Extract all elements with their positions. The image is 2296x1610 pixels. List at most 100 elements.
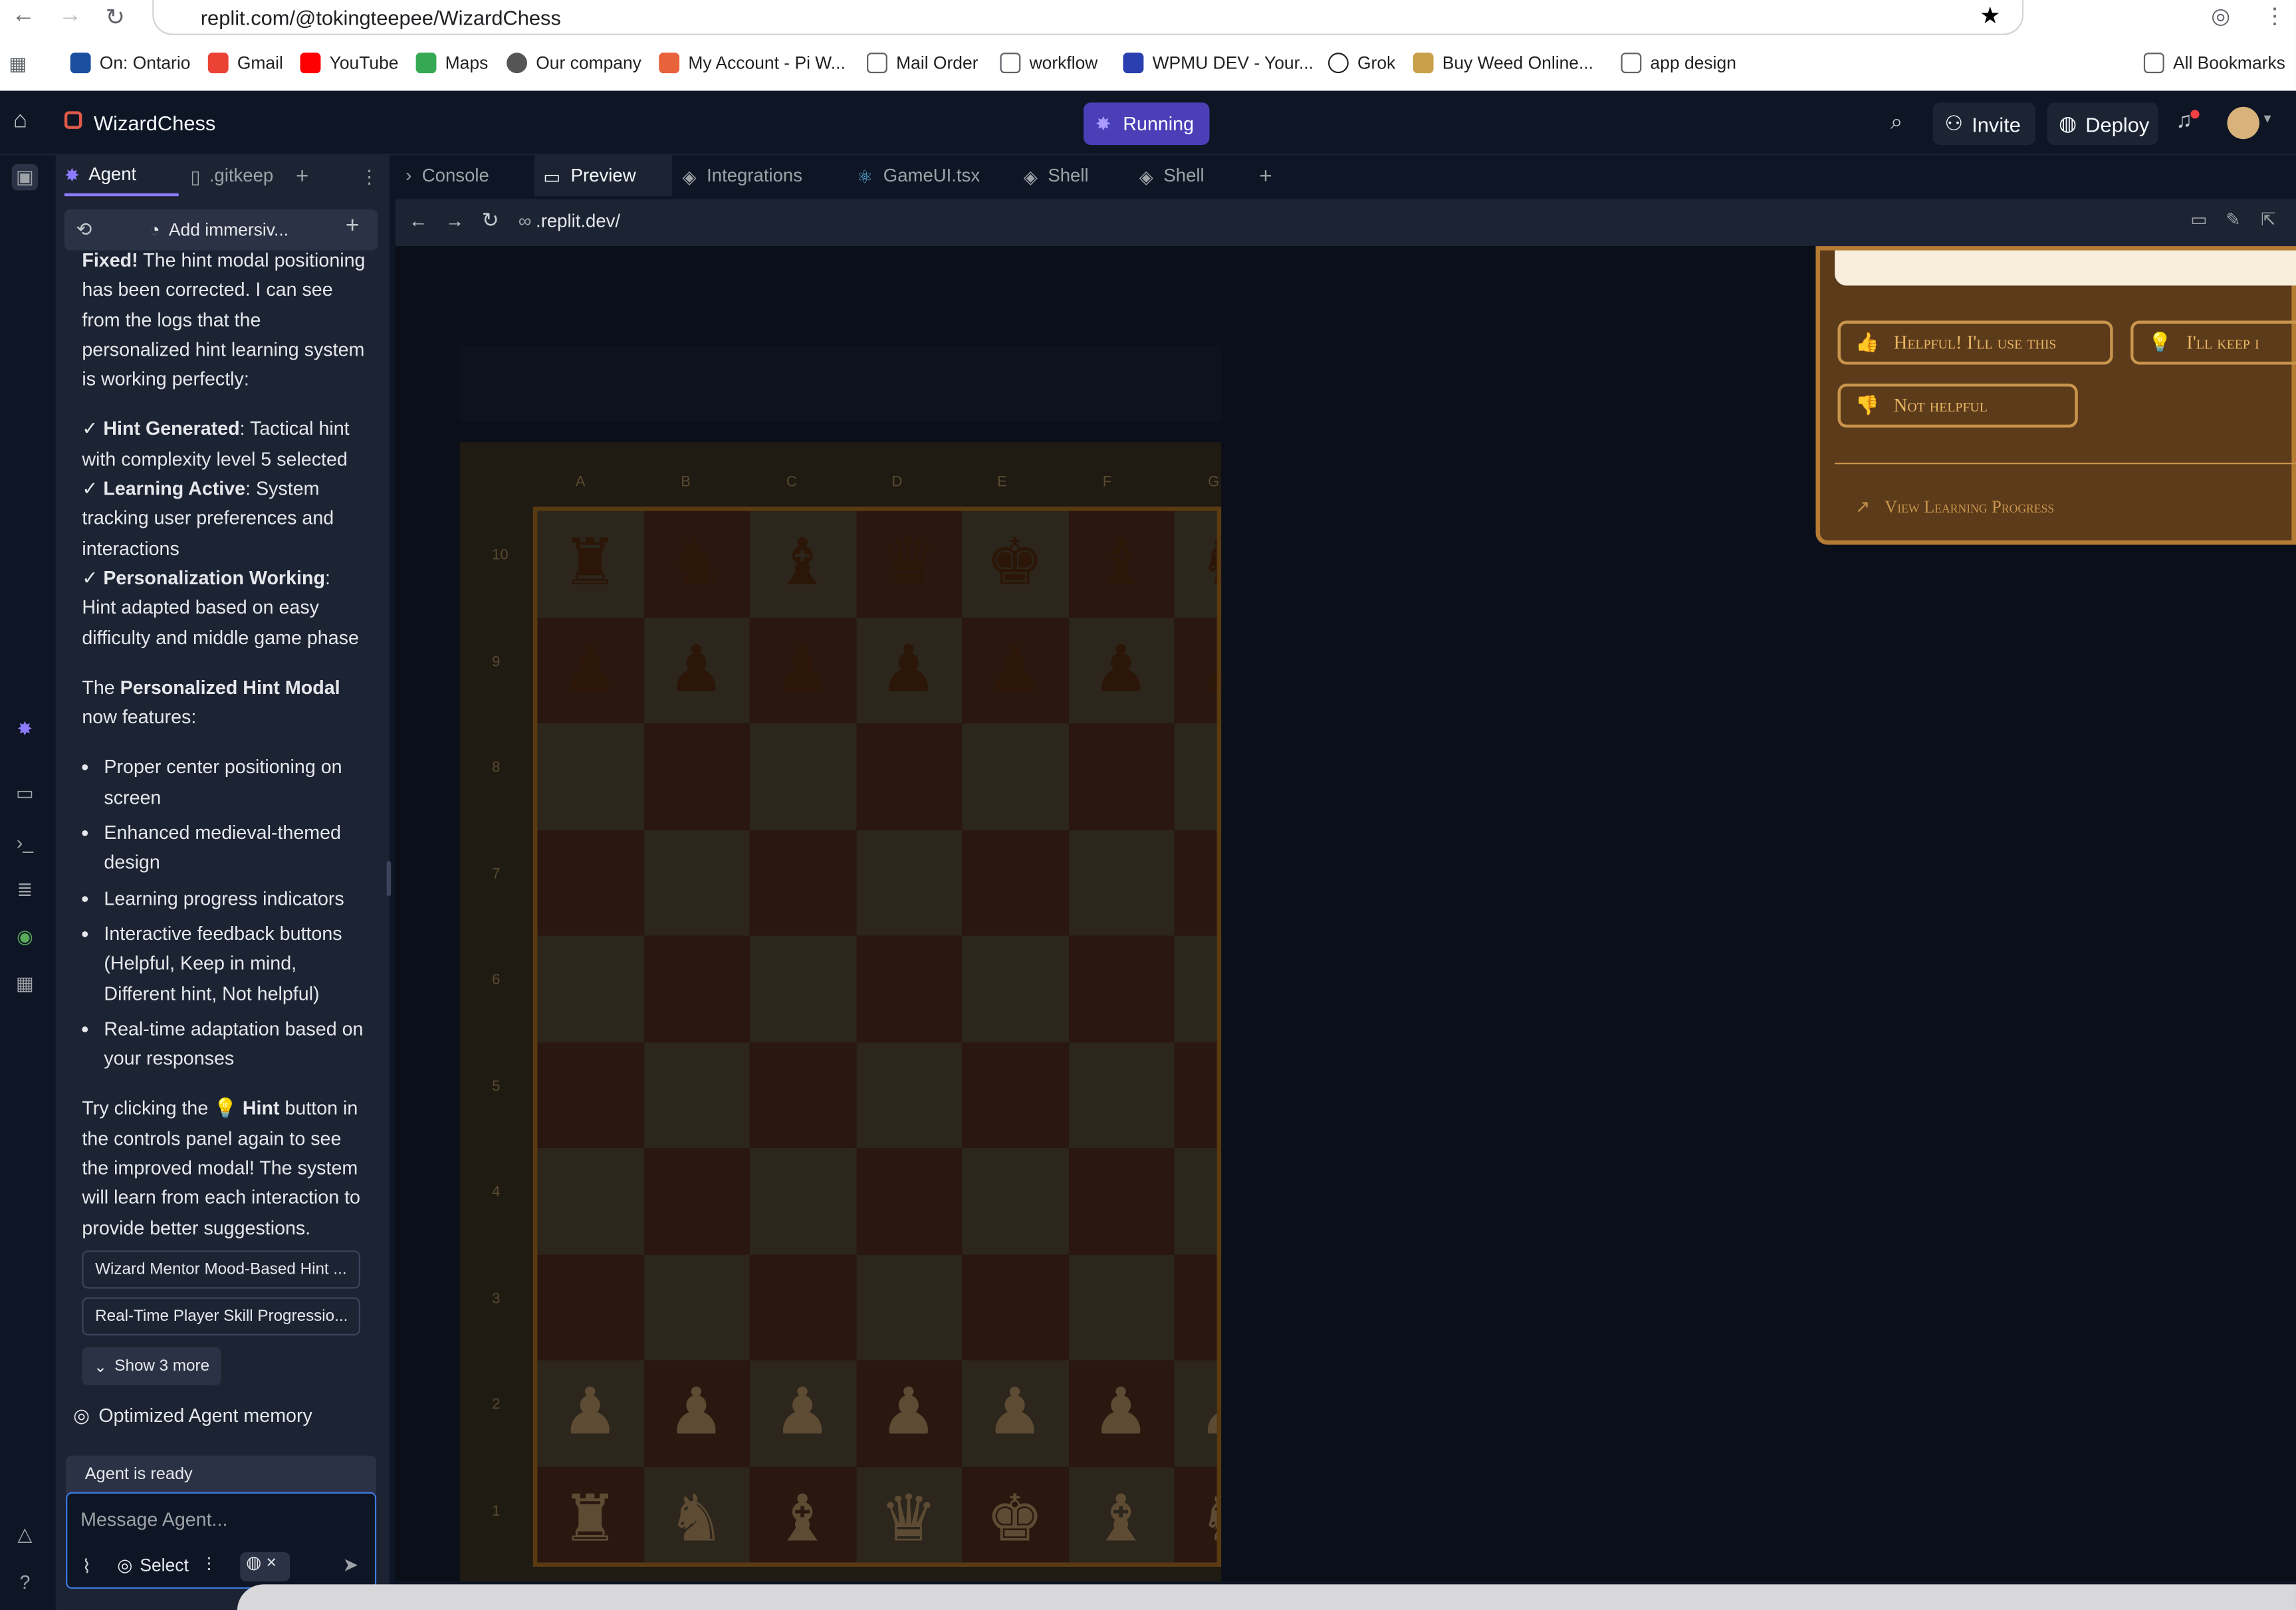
board-square[interactable] <box>962 723 1068 830</box>
chess-piece[interactable]: ♛ <box>856 511 962 617</box>
board-square[interactable] <box>856 1147 963 1254</box>
bookmark-youtube[interactable]: YouTube <box>300 50 399 76</box>
board-square[interactable] <box>537 1254 644 1361</box>
board-square[interactable] <box>537 1147 644 1254</box>
chess-piece[interactable]: ♝ <box>1068 511 1174 617</box>
board-square[interactable] <box>537 829 644 936</box>
forward-icon[interactable]: → <box>58 3 82 29</box>
bookmark-my-account[interactable]: My Account - Pi W... <box>659 50 846 76</box>
board-square[interactable]: ♝ <box>1068 1466 1175 1563</box>
bookmark-star-icon[interactable]: ★ <box>1980 1 2001 31</box>
attach-icon[interactable]: ⌇ <box>82 1555 91 1578</box>
database-icon[interactable]: ≣ <box>12 877 39 903</box>
chess-board[interactable]: ♜♞♝♛♚♝♞♟♟♟♟♟♟♟♟♟♟♟♟♟♟♜♞♝♛♚♝♞ <box>532 507 1222 1567</box>
tab-console[interactable]: › Console <box>405 155 489 196</box>
board-square[interactable] <box>1174 1147 1217 1254</box>
board-square[interactable] <box>962 829 1068 936</box>
home-icon[interactable]: ⌂ <box>13 108 27 135</box>
board-square[interactable]: ♟ <box>749 1360 856 1467</box>
board-square[interactable] <box>1068 1042 1175 1148</box>
files-icon[interactable]: ▣ <box>11 164 39 191</box>
bookmark-buy-weed[interactable]: Buy Weed Online... <box>1413 50 1593 76</box>
integrations-icon[interactable]: ◉ <box>12 924 39 951</box>
board-square[interactable] <box>856 1254 963 1361</box>
memory-toggle[interactable]: ◍ × <box>240 1552 290 1582</box>
board-square[interactable] <box>1174 723 1217 830</box>
chess-piece[interactable]: ♟ <box>856 1360 962 1466</box>
board-square[interactable]: ♟ <box>1068 617 1175 724</box>
tab-shell[interactable]: ◈ Shell <box>1024 155 1089 196</box>
chess-piece[interactable]: ♟ <box>643 617 749 723</box>
board-square[interactable] <box>749 1254 856 1361</box>
board-square[interactable]: ♜ <box>537 1466 644 1563</box>
board-square[interactable] <box>643 829 750 936</box>
avatar[interactable] <box>2227 106 2259 140</box>
board-square[interactable] <box>1068 829 1175 936</box>
chess-piece[interactable]: ♟ <box>962 617 1068 723</box>
apps-grid-icon[interactable]: ▦ <box>9 53 27 76</box>
devices-icon[interactable]: ▭ <box>2190 209 2207 230</box>
search-icon[interactable]: ⌕ <box>1891 110 1903 134</box>
board-square[interactable]: ♜ <box>537 511 644 618</box>
board-square[interactable] <box>1174 829 1217 936</box>
board-square[interactable] <box>962 1254 1068 1361</box>
keep-in-mind-button[interactable]: 💡 I'll keep i <box>2130 320 2296 365</box>
invite-button[interactable]: ⚇ Invite <box>1932 102 2035 146</box>
alerts-icon[interactable]: △ <box>12 1522 39 1548</box>
devtools-icon[interactable]: ✎ <box>2226 209 2240 230</box>
chess-piece[interactable]: ♟ <box>1068 1360 1174 1466</box>
board-square[interactable] <box>643 935 750 1042</box>
chess-piece[interactable]: ♜ <box>537 511 643 617</box>
board-square[interactable] <box>643 1147 750 1254</box>
board-square[interactable]: ♝ <box>749 511 856 618</box>
bookmark-ontario[interactable]: On: Ontario <box>70 50 190 76</box>
send-icon[interactable]: ➤ <box>342 1553 358 1577</box>
chess-piece[interactable]: ♟ <box>962 1360 1068 1466</box>
tab-shell-2[interactable]: ◈ Shell <box>1139 155 1205 196</box>
board-square[interactable] <box>1068 1147 1175 1254</box>
learning-progress-link[interactable]: ↗ View Learning Progress <box>1855 497 2054 518</box>
checkpoint-card[interactable]: Real-Time Player Skill Progressio... <box>82 1297 360 1335</box>
board-square[interactable]: ♚ <box>962 511 1068 618</box>
tab-menu-icon[interactable]: ⋮ <box>360 155 379 196</box>
board-square[interactable]: ♟ <box>537 617 644 724</box>
reload-icon[interactable]: ↻ <box>482 208 499 233</box>
add-tab-icon[interactable]: + <box>296 155 308 196</box>
tab-integrations[interactable]: ◈ Integrations <box>683 155 803 196</box>
board-square[interactable] <box>643 1254 750 1361</box>
board-square[interactable]: ♟ <box>1174 1360 1217 1467</box>
board-square[interactable] <box>1068 935 1175 1042</box>
board-square[interactable]: ♞ <box>643 1466 750 1563</box>
chess-piece[interactable]: ♟ <box>750 1360 856 1466</box>
bookmark-maps[interactable]: Maps <box>415 50 488 76</box>
tab-gitkeep[interactable]: ▯ .gitkeep <box>190 155 273 196</box>
board-square[interactable] <box>962 935 1068 1042</box>
help-icon[interactable]: ? <box>12 1568 39 1595</box>
board-square[interactable]: ♝ <box>749 1466 856 1563</box>
board-square[interactable]: ♞ <box>643 511 750 618</box>
board-square[interactable]: ♟ <box>962 617 1068 724</box>
board-square[interactable]: ♟ <box>643 617 750 724</box>
chess-piece[interactable]: ♞ <box>643 1466 749 1562</box>
all-bookmarks[interactable]: All Bookmarks <box>2143 50 2285 76</box>
tab-agent[interactable]: ✸ Agent <box>64 155 179 197</box>
board-square[interactable] <box>856 723 963 830</box>
board-square[interactable]: ♟ <box>856 617 963 724</box>
board-square[interactable]: ♞ <box>1174 1466 1217 1563</box>
board-square[interactable]: ♛ <box>856 511 963 618</box>
chess-piece[interactable]: ♟ <box>856 617 962 723</box>
board-square[interactable]: ♚ <box>962 1466 1068 1563</box>
board-square[interactable] <box>643 1042 750 1148</box>
preview-icon[interactable]: ▭ <box>12 780 39 807</box>
helpful-button[interactable]: 👍 Helpful! I'll use this <box>1837 320 2113 365</box>
tab-gameui[interactable]: ⚛ GameUI.tsx <box>857 155 980 196</box>
message-input[interactable]: Message Agent... ⌇ ◎ Select ⫶ ◍ × ➤ <box>66 1492 377 1589</box>
board-square[interactable] <box>856 1042 963 1148</box>
board-square[interactable]: ♟ <box>537 1360 644 1467</box>
board-square[interactable] <box>1174 1042 1217 1148</box>
add-tab-icon[interactable]: + <box>1259 155 1272 196</box>
console-icon[interactable]: ›_ <box>12 829 39 856</box>
board-square[interactable] <box>1174 1254 1217 1361</box>
board-square[interactable]: ♟ <box>1174 617 1217 724</box>
preview-address[interactable]: ∞ .replit.dev/ <box>518 211 620 231</box>
